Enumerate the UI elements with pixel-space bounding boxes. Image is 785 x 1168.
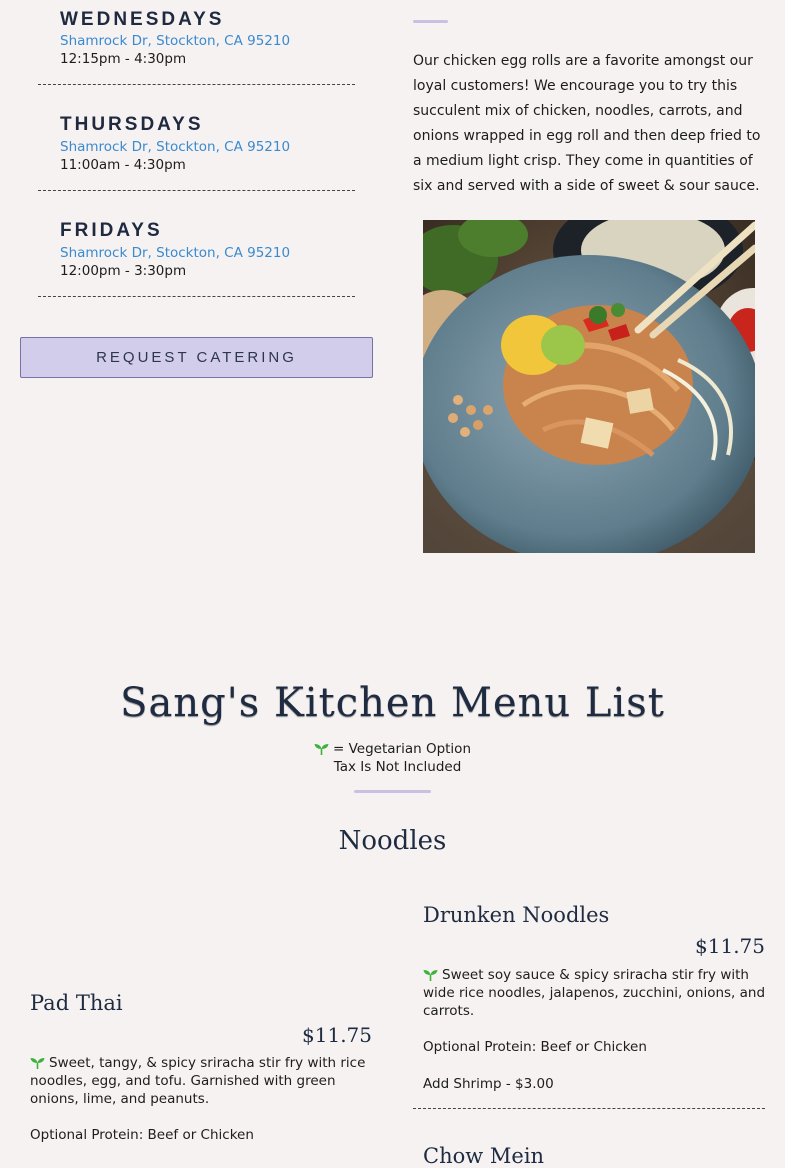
- menu-item-addon: Add Shrimp - $3.00: [423, 1076, 554, 1092]
- egg-roll-description: Our chicken egg rolls are a favorite amo…: [413, 53, 761, 194]
- sprout-icon: [423, 970, 438, 981]
- menu-item-name-chow-mein: Chow Mein: [423, 1144, 545, 1168]
- schedule-address-link[interactable]: Shamrock Dr, Stockton, CA 95210: [60, 245, 290, 261]
- schedule-hours: 12:00pm - 3:30pm: [60, 263, 187, 279]
- menu-item-name: Drunken Noodles: [423, 903, 610, 927]
- tax-note: Tax Is Not Included: [333, 759, 462, 775]
- pad-thai-photo: [423, 220, 755, 553]
- schedule-divider: [38, 190, 355, 191]
- section-title-noodles: Noodles: [338, 826, 447, 856]
- schedule-divider: [38, 84, 355, 85]
- vegetarian-legend-text: = Vegetarian Option: [332, 741, 471, 757]
- schedule-day-wednesday: WEDNESDAYS: [60, 9, 225, 30]
- schedule-divider: [38, 296, 355, 297]
- request-catering-button[interactable]: REQUEST CATERING: [20, 337, 373, 378]
- schedule-day-friday: FRIDAYS: [60, 220, 163, 241]
- menu-title: Sang's Kitchen Menu List: [120, 680, 665, 726]
- menu-item-protein: Optional Protein: Beef or Chicken: [423, 1039, 647, 1055]
- menu-item-price: $11.75: [302, 1023, 372, 1047]
- schedule-hours: 11:00am - 4:30pm: [60, 157, 186, 173]
- menu-item-divider: [413, 1108, 765, 1109]
- accent-divider: [354, 790, 431, 793]
- sprout-icon: [314, 744, 329, 755]
- menu-item-price: $11.75: [695, 934, 765, 958]
- accent-divider: [413, 20, 448, 23]
- vegetarian-legend: = Vegetarian Option: [0, 740, 785, 758]
- menu-item-name: Pad Thai: [30, 991, 123, 1015]
- menu-item-description-text: Sweet soy sauce & spicy sriracha stir fr…: [423, 967, 766, 1019]
- schedule-hours: 12:15pm - 4:30pm: [60, 51, 187, 67]
- menu-item-description: Sweet soy sauce & spicy sriracha stir fr…: [423, 966, 768, 1020]
- menu-item-description-text: Sweet, tangy, & spicy sriracha stir fry …: [30, 1055, 366, 1107]
- menu-item-description: Sweet, tangy, & spicy sriracha stir fry …: [30, 1054, 375, 1108]
- schedule-address-link[interactable]: Shamrock Dr, Stockton, CA 95210: [60, 139, 290, 155]
- schedule-address-link[interactable]: Shamrock Dr, Stockton, CA 95210: [60, 33, 290, 49]
- schedule-day-thursday: THURSDAYS: [60, 114, 204, 135]
- menu-item-protein: Optional Protein: Beef or Chicken: [30, 1127, 254, 1143]
- sprout-icon: [30, 1058, 45, 1069]
- pad-thai-illustration: [423, 220, 755, 553]
